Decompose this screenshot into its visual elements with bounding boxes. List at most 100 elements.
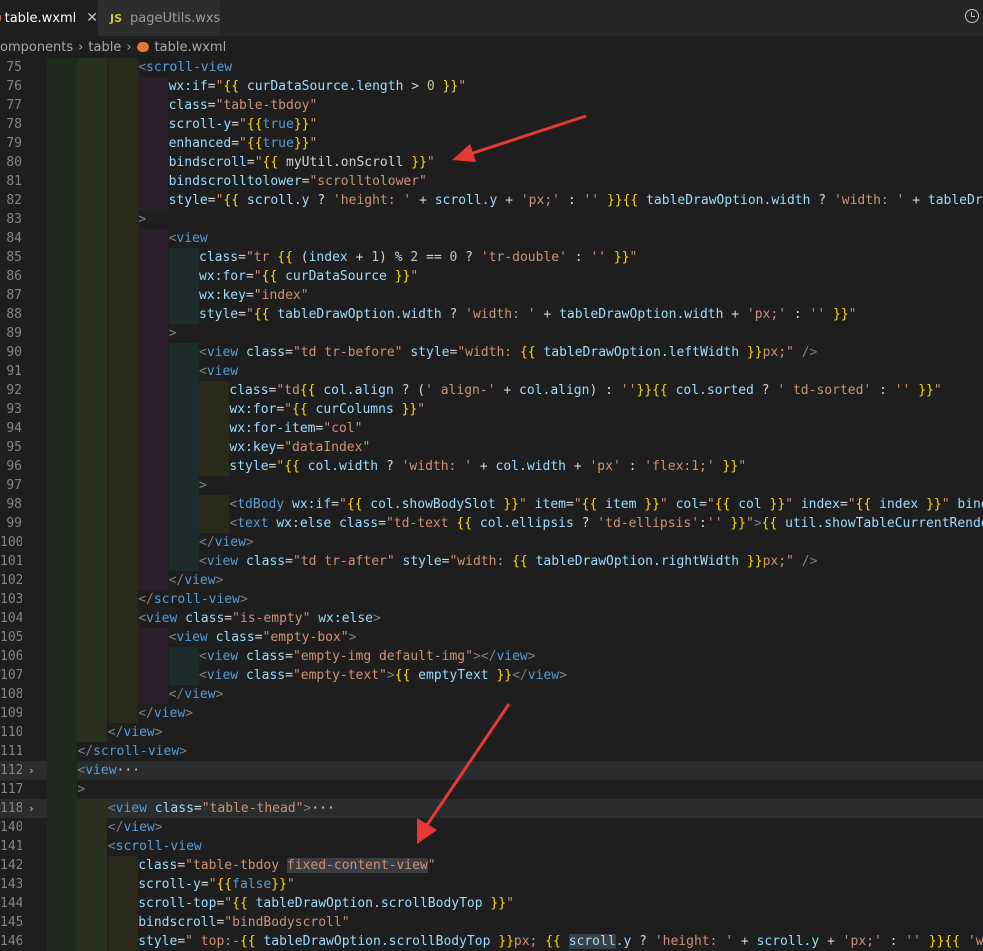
code-line[interactable]: 97 >	[0, 476, 983, 495]
indent-guide	[107, 571, 138, 590]
indent-guide	[138, 666, 169, 685]
code-text: class="tr {{ (index + 1) % 2 == 0 ? 'tr-…	[199, 250, 638, 265]
line-number: 78	[6, 117, 22, 132]
code-line[interactable]: 102 </view>	[0, 571, 983, 590]
code-line[interactable]: 99 <text wx:else class="td-text {{ col.el…	[0, 514, 983, 533]
indent-guide	[107, 229, 138, 248]
code-line[interactable]: 87 wx:key="index"	[0, 286, 983, 305]
code-line[interactable]: 92 class="td{{ col.align ? (' align-' + c…	[0, 381, 983, 400]
code-line[interactable]: 107 <view class="empty-text">{{ emptyText…	[0, 666, 983, 685]
indent-guide	[168, 343, 199, 362]
indent-guide	[107, 875, 138, 894]
indent-guide	[138, 77, 169, 96]
code-line[interactable]: 90 <view class="td tr-before" style="widt…	[0, 343, 983, 362]
indent-guide	[77, 286, 108, 305]
fold-chevron-icon[interactable]: ›	[28, 761, 35, 780]
indent-guide	[47, 685, 77, 704]
code-line[interactable]: 83 >	[0, 210, 983, 229]
code-line[interactable]: 88 style="{{ tableDrawOption.width ? 'wid…	[0, 305, 983, 324]
indent-guide	[199, 438, 229, 457]
indent-guide	[138, 419, 169, 438]
code-line[interactable]: 91 <view	[0, 362, 983, 381]
breadcrumb-item[interactable]: table.wxml	[155, 40, 227, 55]
indent-guide	[107, 666, 138, 685]
breadcrumb-item[interactable]: omponents	[0, 40, 73, 55]
close-icon[interactable]: ✕	[86, 10, 98, 26]
indent-guide	[77, 362, 108, 381]
tab-table-wxml[interactable]: table.wxml ✕	[0, 0, 98, 36]
line-number: 143	[0, 877, 22, 892]
indent-guide	[168, 666, 199, 685]
line-number: 99	[6, 516, 22, 531]
indent-guide	[47, 647, 77, 666]
indent-guide	[107, 419, 138, 438]
indent-guide	[138, 381, 169, 400]
indent-guide	[168, 552, 199, 571]
indent-guide	[77, 419, 108, 438]
code-line[interactable]: 106 <view class="empty-img default-img"><…	[0, 647, 983, 666]
breadcrumb-item[interactable]: table	[88, 40, 121, 55]
code-line[interactable]: 145 bindscroll="bindBodyscroll"	[0, 913, 983, 932]
code-line[interactable]: 104 <view class="is-empty" wx:else>	[0, 609, 983, 628]
code-line[interactable]: 76 wx:if="{{ curDataSource.length > 0 }}"	[0, 77, 983, 96]
line-number: 91	[6, 364, 22, 379]
indent-guide	[77, 856, 108, 875]
indent-guide	[107, 77, 138, 96]
code-line[interactable]: 105 <view class="empty-box">	[0, 628, 983, 647]
line-number: 75	[6, 60, 22, 75]
code-line[interactable]: 89 >	[0, 324, 983, 343]
code-line[interactable]: 75 <scroll-view	[0, 58, 983, 77]
history-icon[interactable]	[965, 9, 979, 23]
code-line[interactable]: 144 scroll-top="{{ tableDrawOption.scroll…	[0, 894, 983, 913]
code-line[interactable]: 101 <view class="td tr-after" style="widt…	[0, 552, 983, 571]
code-line[interactable]: 85 class="tr {{ (index + 1) % 2 == 0 ? 't…	[0, 248, 983, 267]
code-line[interactable]: 146 style=" top:-{{ tableDrawOption.scrol…	[0, 932, 983, 951]
code-line[interactable]: 98 <tdBody wx:if="{{ col.showBodySlot }}"…	[0, 495, 983, 514]
indent-guide	[138, 438, 169, 457]
indent-guide	[107, 932, 138, 951]
indent-guide	[107, 134, 138, 153]
indent-guide	[199, 381, 229, 400]
line-number: 146	[0, 934, 22, 949]
code-line[interactable]: 81 bindscrolltolower="scrolltolower"	[0, 172, 983, 191]
code-line[interactable]: 96 style="{{ col.width ? 'width: ' + col.…	[0, 457, 983, 476]
line-number: 107	[0, 668, 22, 683]
tab-pageutils-wxs[interactable]: JS pageUtils.wxs	[98, 0, 220, 36]
line-number: 144	[0, 896, 22, 911]
code-line[interactable]: 86 wx:for="{{ curDataSource }}"	[0, 267, 983, 286]
indent-guide	[107, 153, 138, 172]
indent-guide	[138, 514, 169, 533]
indent-guide	[107, 856, 138, 875]
line-number: 80	[6, 155, 22, 170]
code-line[interactable]: 143 scroll-y="{{false}}"	[0, 875, 983, 894]
indent-guide	[168, 438, 199, 457]
indent-guide	[77, 153, 108, 172]
code-line[interactable]: 94 wx:for-item="col"	[0, 419, 983, 438]
code-line[interactable]: 100 </view>	[0, 533, 983, 552]
code-line[interactable]: 82 style="{{ scroll.y ? 'height: ' + scro…	[0, 191, 983, 210]
indent-guide	[47, 590, 77, 609]
code-line[interactable]: 93 wx:for="{{ curColumns }}"	[0, 400, 983, 419]
code-text: </scroll-view>	[138, 592, 248, 607]
indent-guide	[77, 96, 108, 115]
code-text: <view class="table-thead">···	[107, 801, 335, 816]
code-text: </view>	[199, 535, 254, 550]
fold-chevron-icon[interactable]: ›	[28, 799, 35, 818]
red-arrow-annotation	[452, 114, 587, 162]
indent-guide	[199, 419, 229, 438]
wxml-file-icon	[0, 14, 1, 22]
code-line[interactable]: 95 wx:key="dataIndex"	[0, 438, 983, 457]
indent-guide	[47, 799, 77, 818]
indent-guide	[47, 362, 77, 381]
red-arrow-annotation	[417, 703, 511, 844]
code-text: <view class="is-empty" wx:else>	[138, 611, 381, 626]
line-number: 108	[0, 687, 22, 702]
indent-guide	[77, 647, 108, 666]
code-line[interactable]: 84 <view	[0, 229, 983, 248]
code-line[interactable]: 103 </scroll-view>	[0, 590, 983, 609]
indent-guide	[107, 400, 138, 419]
indent-guide	[47, 856, 77, 875]
indent-guide	[107, 628, 138, 647]
indent-guide	[138, 172, 169, 191]
indent-guide	[107, 533, 138, 552]
